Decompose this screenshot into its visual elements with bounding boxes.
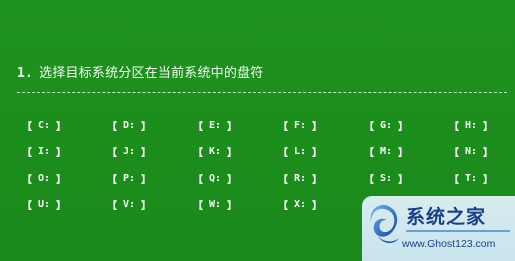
drive-label: O: <box>38 172 51 184</box>
drive-label: D: <box>123 119 136 131</box>
drive-option-u[interactable]: 【U:】 <box>22 197 66 213</box>
drive-option-g[interactable]: 【G:】 <box>364 117 408 133</box>
drive-option-h[interactable]: 【H:】 <box>449 117 493 133</box>
drive-label: M: <box>380 146 393 157</box>
drive-label: W: <box>209 199 222 210</box>
dashed-divider <box>17 92 507 93</box>
drive-row: 【O:】 【P:】 【Q:】 【R:】 【S:】 【T:】 <box>22 170 502 197</box>
drive-option-w[interactable]: 【W:】 <box>193 197 237 213</box>
step-number: 1. <box>17 66 34 81</box>
drive-label: R: <box>294 172 307 184</box>
drive-label: X: <box>294 199 307 210</box>
drive-option-k[interactable]: 【K:】 <box>193 144 237 160</box>
drive-option-o[interactable]: 【O:】 <box>22 170 66 186</box>
watermark-title: 系统之家 <box>406 206 487 228</box>
drive-label: N: <box>465 146 478 157</box>
drive-option-s[interactable]: 【S:】 <box>364 170 408 186</box>
drive-label: Q: <box>209 172 222 184</box>
drive-label: P: <box>123 172 136 184</box>
drive-label: G: <box>380 119 393 131</box>
drive-option-p[interactable]: 【P:】 <box>107 170 151 186</box>
step-prompt: 1. 选择目标系统分区在当前系统中的盘符 <box>17 62 263 81</box>
drive-label: T: <box>465 172 478 184</box>
drive-option-e[interactable]: 【E:】 <box>193 117 237 133</box>
drive-option-v[interactable]: 【V:】 <box>107 197 151 213</box>
drive-label: H: <box>465 119 478 131</box>
drive-option-m[interactable]: 【M:】 <box>364 144 408 160</box>
site-watermark: 系统之家 www.Ghost123.com <box>362 196 515 261</box>
console-screen: 1. 选择目标系统分区在当前系统中的盘符 【C:】 【D:】 【E:】 【F:】 … <box>0 0 515 261</box>
swirl-logo-icon <box>370 204 399 244</box>
drive-label: E: <box>209 119 222 131</box>
drive-label: S: <box>380 172 393 184</box>
drive-option-q[interactable]: 【Q:】 <box>193 170 237 186</box>
step-text: 选择目标系统分区在当前系统中的盘符 <box>39 66 264 81</box>
drive-option-x[interactable]: 【X:】 <box>278 197 322 213</box>
drive-row: 【I:】 【J:】 【K:】 【L:】 【M:】 【N:】 <box>22 144 502 171</box>
drive-option-t[interactable]: 【T:】 <box>449 170 493 186</box>
watermark-underline <box>406 230 510 232</box>
drive-row: 【C:】 【D:】 【E:】 【F:】 【G:】 【H:】 <box>22 117 502 144</box>
drive-label: K: <box>209 146 222 157</box>
drive-label: F: <box>294 119 307 131</box>
watermark-url: www.Ghost123.com <box>402 238 496 250</box>
drive-label: I: <box>38 146 51 157</box>
drive-option-r[interactable]: 【R:】 <box>278 170 322 186</box>
drive-option-d[interactable]: 【D:】 <box>107 117 151 133</box>
drive-option-f[interactable]: 【F:】 <box>278 117 322 133</box>
drive-option-l[interactable]: 【L:】 <box>278 144 322 160</box>
drive-option-c[interactable]: 【C:】 <box>22 117 66 133</box>
drive-option-n[interactable]: 【N:】 <box>449 144 493 160</box>
drive-label: V: <box>123 199 136 210</box>
drive-option-i[interactable]: 【I:】 <box>22 144 66 160</box>
drive-label: L: <box>294 146 307 157</box>
drive-label: J: <box>123 146 136 157</box>
drive-option-j[interactable]: 【J:】 <box>107 144 151 160</box>
drive-label: U: <box>38 199 51 210</box>
drive-label: C: <box>38 119 51 131</box>
